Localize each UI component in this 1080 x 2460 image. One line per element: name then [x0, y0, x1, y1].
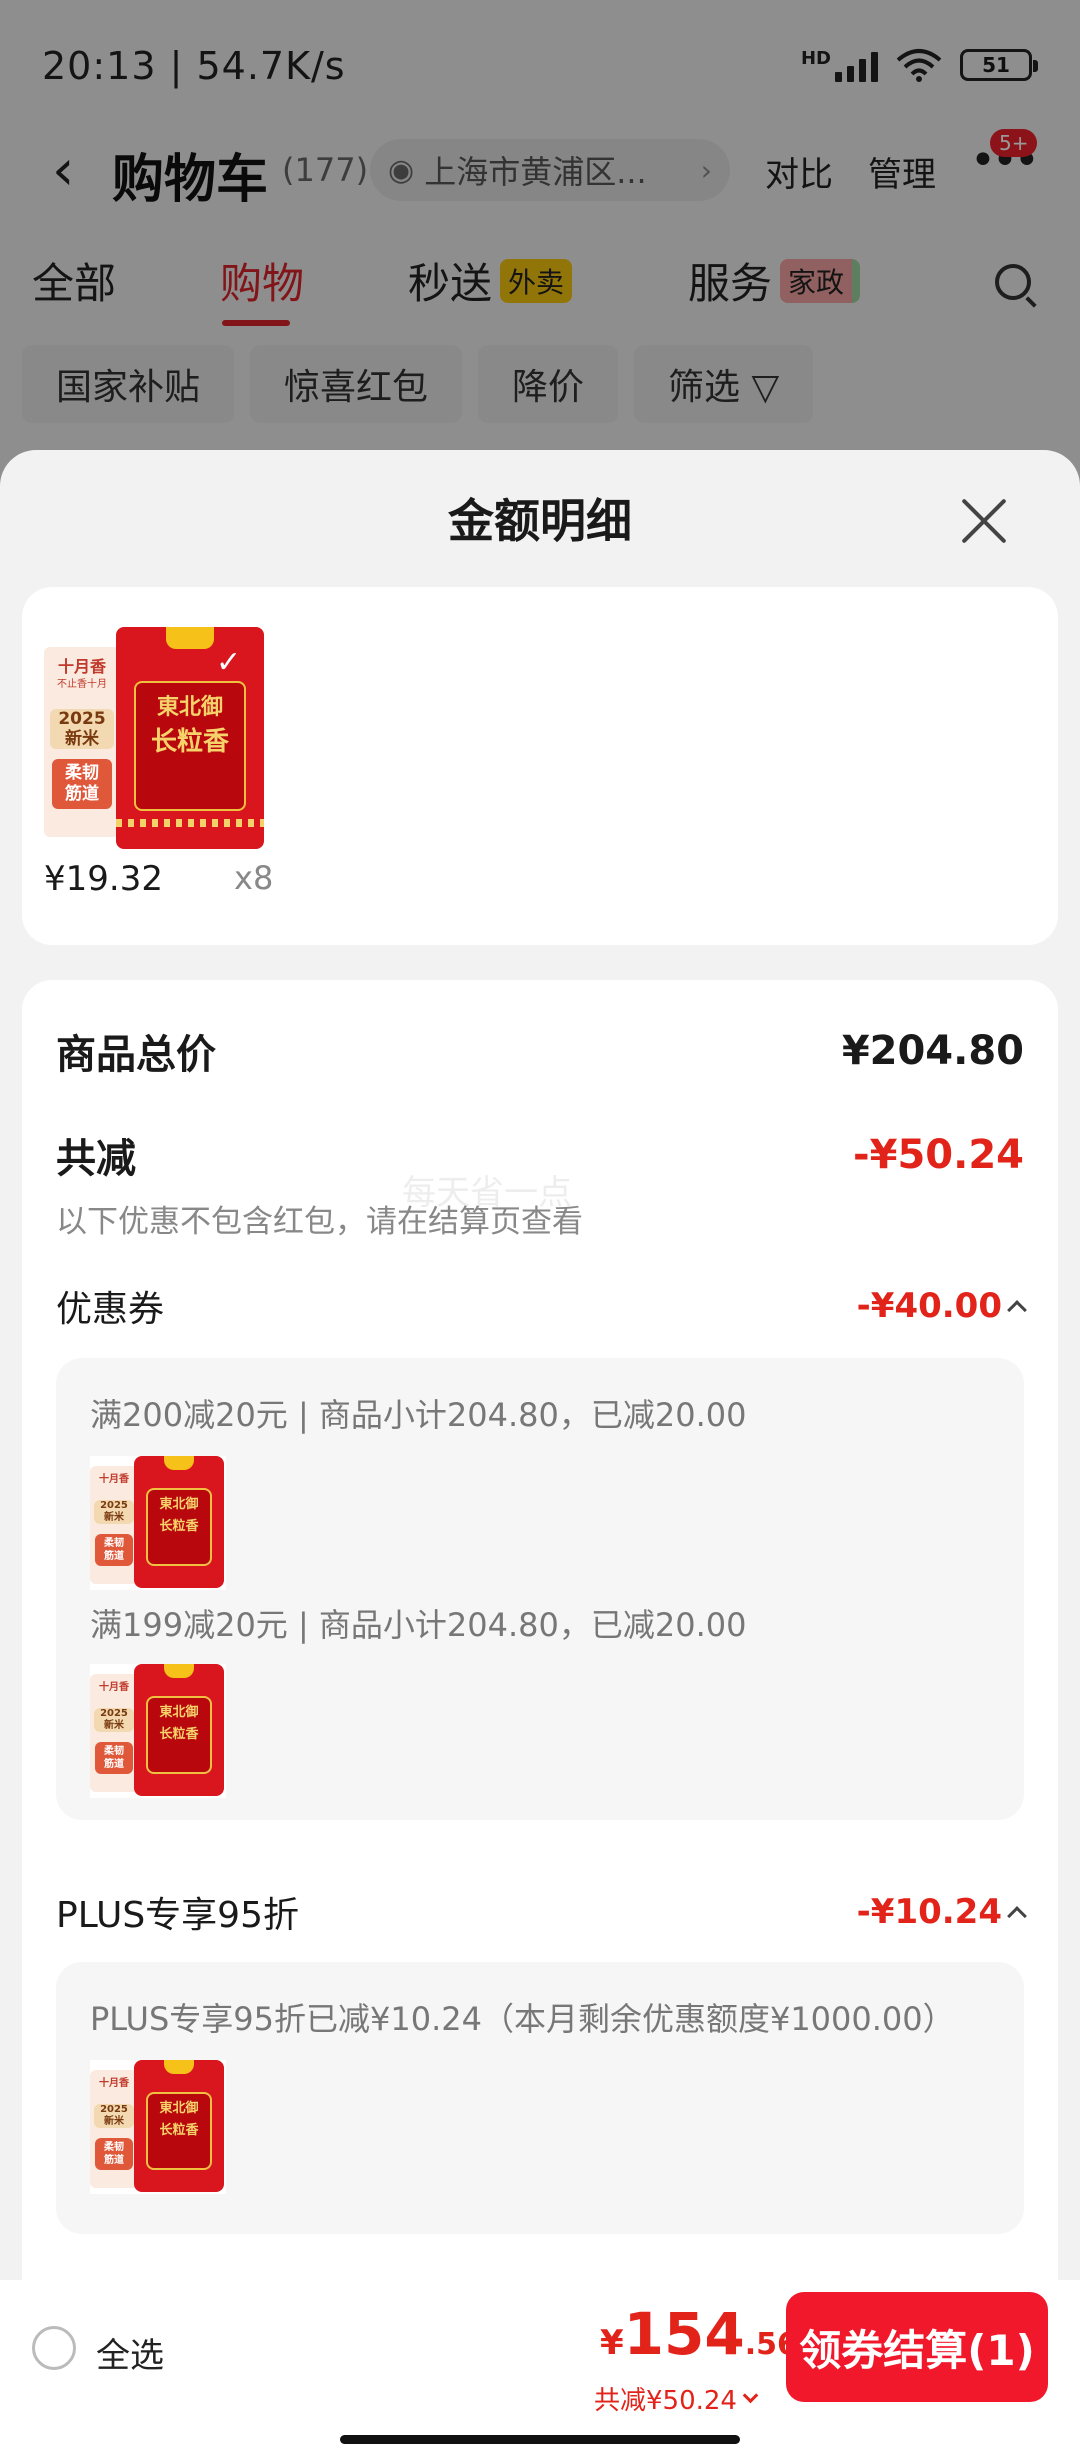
product-image[interactable]: 十月香 不止香十月 2025 新米 柔韧 筋道 ✓ 東北御长粒香 [44, 627, 264, 852]
rice-new: 新米 [64, 729, 99, 749]
rice-side-title: 十月香 [99, 2078, 129, 2089]
rice-name: 长粒香 [159, 2123, 199, 2138]
select-all-checkbox[interactable] [32, 2326, 76, 2370]
total-discount-label: 共减 [56, 1136, 136, 1182]
coupon-row[interactable]: 优惠券 -¥40.00 [56, 1280, 1027, 1332]
rice-brand: 東北御 [159, 2101, 199, 2116]
modal-overlay[interactable] [0, 0, 1080, 470]
total-integer: 154 [623, 2300, 745, 2368]
rice-side-subtitle: 不止香十月 [57, 679, 107, 690]
rice-year: 2025 [100, 1500, 128, 1511]
saved-amount-toggle[interactable]: 共减¥50.24 [594, 2380, 759, 2417]
goods-total-value: ¥204.80 [841, 1028, 1024, 1074]
plus-amount: -¥10.24 [856, 1892, 1002, 1932]
rice-side-panel: 十月香 不止香十月 2025 新米 柔韧 筋道 [44, 647, 120, 837]
rice-new: 新米 [103, 1512, 124, 1523]
rice-year: 2025 [100, 1708, 128, 1719]
rice-side-title: 十月香 [57, 657, 106, 676]
currency-symbol: ¥ [600, 2323, 624, 2363]
plus-product-image: 十月香 2025 新米 柔韧筋道 東北御长粒香 [90, 2060, 226, 2194]
goods-total-row: 商品总价 ¥204.80 [56, 1022, 1024, 1080]
rice-year: 2025 [100, 2104, 128, 2115]
plus-discount-label: PLUS专享95折 [56, 1895, 299, 1936]
rice-soft-1: 柔韧 [103, 1538, 124, 1549]
rice-brand: 東北御 [159, 1705, 199, 1720]
rice-soft-1: 柔韧 [103, 2142, 124, 2153]
total-discount-value: -¥50.24 [853, 1132, 1024, 1178]
close-icon[interactable] [960, 495, 1010, 545]
check-icon: ✓ [216, 645, 242, 680]
chevron-up-icon [1007, 1300, 1027, 1320]
goods-total-label: 商品总价 [56, 1032, 216, 1078]
rice-soft-1: 柔韧 [64, 763, 99, 783]
plus-details: PLUS专享95折已减¥10.24（本月剩余优惠额度¥1000.00） 十月香 … [56, 1962, 1024, 2234]
chevron-down-icon [742, 2387, 759, 2404]
rice-bag: ✓ 東北御长粒香 [116, 627, 264, 849]
checkout-button[interactable]: 领券结算(1) [786, 2292, 1048, 2402]
coupon-label: 优惠券 [56, 1289, 165, 1330]
price-detail-card: 商品总价 ¥204.80 共减 -¥50.24 每天省一点 以下优惠不包含红包，… [22, 980, 1058, 2380]
plus-line: PLUS专享95折已减¥10.24（本月剩余优惠额度¥1000.00） [90, 2000, 955, 2038]
rice-bag-label: 東北御 长粒香 [134, 681, 246, 811]
coupon-amount: -¥40.00 [856, 1286, 1002, 1326]
rice-soft-2: 筋道 [103, 2155, 124, 2166]
product-card: 十月香 不止香十月 2025 新米 柔韧 筋道 ✓ 東北御长粒香 ¥19.32 x8 [22, 587, 1058, 945]
coupon-line-1: 满200减20元 | 商品小计204.80，已减20.00 [90, 1396, 747, 1434]
rice-side-title: 十月香 [99, 1474, 129, 1485]
chevron-up-icon [1007, 1906, 1027, 1926]
coupon-details: 满200减20元 | 商品小计204.80，已减20.00 十月香 2025 新米… [56, 1358, 1024, 1820]
rice-side-title: 十月香 [99, 1682, 129, 1693]
sheet-title: 金额明细 [448, 494, 632, 548]
rice-year: 2025 [58, 709, 106, 729]
checkout-bar: 全选 ¥154.56 共减¥50.24 领券结算(1) [0, 2280, 1080, 2460]
product-unit-price: ¥19.32 [44, 859, 163, 899]
product-quantity: x8 [234, 859, 274, 897]
coupon-value: -¥40.00 [856, 1286, 1027, 1326]
saved-amount: 共减¥50.24 [594, 2386, 737, 2416]
discount-note: 以下优惠不包含红包，请在结算页查看 [56, 1204, 583, 1240]
rice-name: 长粒香 [159, 1519, 199, 1534]
rice-name: 长粒香 [159, 1727, 199, 1742]
coupon-line-2: 满199减20元 | 商品小计204.80，已减20.00 [90, 1606, 747, 1644]
rice-soft-2: 筋道 [103, 1551, 124, 1562]
coupon-product-image-1: 十月香 2025 新米 柔韧筋道 東北御长粒香 [90, 1456, 226, 1590]
rice-soft-2: 筋道 [103, 1759, 124, 1770]
home-indicator[interactable] [340, 2435, 740, 2444]
rice-soft-label: 柔韧 筋道 [51, 759, 113, 809]
rice-year-label: 2025 新米 [50, 709, 114, 749]
rice-new: 新米 [103, 2116, 124, 2127]
amount-detail-sheet: 金额明细 十月香 不止香十月 2025 新米 柔韧 筋道 ✓ 東北御 长粒香 ¥19.… [0, 450, 1080, 2460]
rice-brand: 東北御 [159, 1497, 199, 1512]
rice-brand: 東北御 [156, 695, 223, 720]
plus-discount-value: -¥10.24 [856, 1892, 1027, 1932]
rice-soft-1: 柔韧 [103, 1746, 124, 1757]
rice-soft-2: 筋道 [64, 784, 99, 804]
rice-name: 长粒香 [150, 727, 229, 757]
plus-discount-row[interactable]: PLUS专享95折 -¥10.24 [56, 1886, 1027, 1938]
payable-total: ¥154.56 [600, 2300, 798, 2368]
select-all-label[interactable]: 全选 [96, 2328, 164, 2377]
rice-new: 新米 [103, 1720, 124, 1731]
coupon-product-image-2: 十月香 2025 新米 柔韧筋道 東北御长粒香 [90, 1664, 226, 1798]
